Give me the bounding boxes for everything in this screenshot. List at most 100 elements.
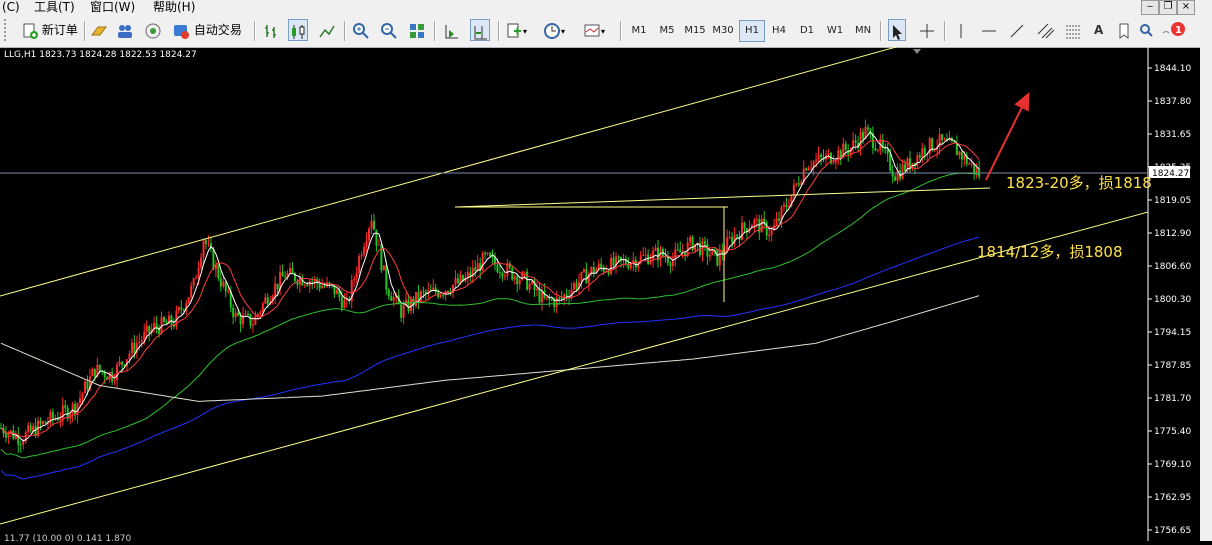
timeframe-m30[interactable]: M30 [711, 20, 735, 42]
candle-body [59, 418, 62, 421]
candle-body [555, 297, 558, 308]
templates-button[interactable]: ▾ [583, 19, 605, 41]
zoom-out-button[interactable] [380, 19, 398, 41]
periods-button[interactable]: ▾ [543, 19, 565, 41]
indicators-button[interactable]: ▾ [505, 19, 527, 41]
candle-body [365, 240, 368, 248]
candle-body [960, 151, 963, 160]
auto-trade-button[interactable]: 自动交易 [172, 19, 242, 41]
chart-title: LLG,H1 1823.73 1824.28 1822.53 1824.27 [4, 50, 197, 60]
candle-body [219, 278, 222, 287]
candle-body [975, 168, 978, 173]
candle-body [148, 325, 151, 333]
clock-icon [544, 22, 560, 39]
menu-c[interactable]: (C) [2, 0, 20, 15]
candle-body [711, 249, 714, 256]
price-tick-label: 1775.40 [1154, 427, 1191, 437]
candle-body [963, 154, 966, 160]
menu-window[interactable]: 窗口(W) [90, 0, 135, 15]
minimize-icon[interactable]: ‒ [1141, 0, 1159, 15]
candle-body [666, 257, 669, 264]
candle-body [247, 313, 249, 315]
chart-shift-button[interactable] [470, 19, 490, 41]
search-button[interactable] [1138, 19, 1154, 41]
candle-body [768, 234, 771, 236]
signals-button[interactable] [144, 19, 162, 41]
candle-body [968, 163, 971, 165]
candle-body [810, 167, 813, 169]
chart-shift-marker-icon [913, 49, 921, 54]
label-icon [1119, 23, 1129, 39]
restore-icon[interactable]: ❐ [1159, 0, 1177, 15]
market-watch-button[interactable] [90, 19, 108, 41]
fibonacci-icon [1066, 25, 1080, 38]
timeframe-d1[interactable]: D1 [795, 20, 819, 42]
timeframe-mn[interactable]: MN [851, 20, 875, 42]
candle-body [284, 276, 287, 278]
candle-body [303, 284, 306, 286]
line-chart-icon [319, 25, 335, 37]
vertical-line-button[interactable] [952, 19, 970, 41]
candle-body [580, 271, 583, 282]
crosshair-button[interactable] [918, 19, 936, 41]
candle-body [770, 230, 773, 235]
candle-body [98, 364, 101, 372]
candle-body [439, 294, 442, 298]
auto-scroll-button[interactable] [442, 19, 460, 41]
candle-body [550, 299, 553, 301]
candlestick-button[interactable] [288, 19, 308, 41]
right-scrollbar[interactable] [1200, 47, 1212, 541]
label-button[interactable] [1116, 19, 1132, 41]
vertical-line-icon [960, 23, 962, 38]
menu-help[interactable]: 帮助(H) [153, 0, 195, 15]
candle-body [792, 184, 795, 196]
line-chart-button[interactable] [318, 19, 336, 41]
candle-body [165, 321, 168, 324]
timeframe-w1[interactable]: W1 [823, 20, 847, 42]
crosshair-icon [920, 23, 934, 38]
candle-body [511, 267, 514, 280]
timeframe-m15[interactable]: M15 [683, 20, 707, 42]
candle-body [27, 425, 30, 433]
candle-body [237, 312, 240, 316]
indicators-icon [507, 23, 521, 37]
close-icon[interactable]: × [1177, 0, 1195, 15]
notifications-button[interactable] [1160, 19, 1186, 41]
bar-chart-button[interactable] [262, 19, 280, 41]
ma-blue-line [0, 236, 980, 480]
candle-body [207, 243, 210, 245]
candle-body [582, 269, 585, 272]
text-tool-button[interactable]: A [1094, 19, 1103, 41]
fibonacci-button[interactable] [1064, 19, 1082, 41]
equidistant-channel-button[interactable] [1036, 19, 1056, 41]
new-order-button[interactable]: 新订单 [22, 19, 78, 41]
candle-body [644, 254, 647, 256]
candle-body [503, 275, 506, 277]
timeframe-h1[interactable]: H1 [739, 20, 765, 42]
timeframe-m1[interactable]: M1 [627, 20, 651, 42]
candle-body [943, 138, 946, 141]
trendline-button[interactable] [1008, 19, 1026, 41]
candle-body [921, 148, 924, 158]
menu-tools[interactable]: 工具(T) [34, 0, 75, 15]
candle-body [474, 267, 477, 272]
candle-body [387, 289, 390, 296]
candle-body [414, 292, 417, 306]
chart-shift-icon [474, 25, 487, 39]
horizontal-line-button[interactable] [980, 19, 998, 41]
timeframe-h4[interactable]: H4 [767, 20, 791, 42]
price-chart[interactable]: 1823-20多，损1818 1814/12多，损1808 1844.10 183… [0, 46, 1212, 541]
candle-body [81, 393, 84, 399]
candle-body [775, 218, 778, 225]
candle-body [368, 228, 371, 241]
timeframe-m5[interactable]: M5 [655, 20, 679, 42]
tile-windows-button[interactable] [408, 19, 426, 41]
data-window-button[interactable] [116, 19, 134, 41]
candlestick-icon [292, 24, 305, 39]
candle-body [182, 309, 185, 311]
candle-body [941, 134, 944, 141]
zoom-in-button[interactable] [352, 19, 370, 41]
candle-body [716, 249, 719, 266]
candle-body [728, 237, 731, 239]
cursor-button[interactable] [888, 19, 906, 41]
